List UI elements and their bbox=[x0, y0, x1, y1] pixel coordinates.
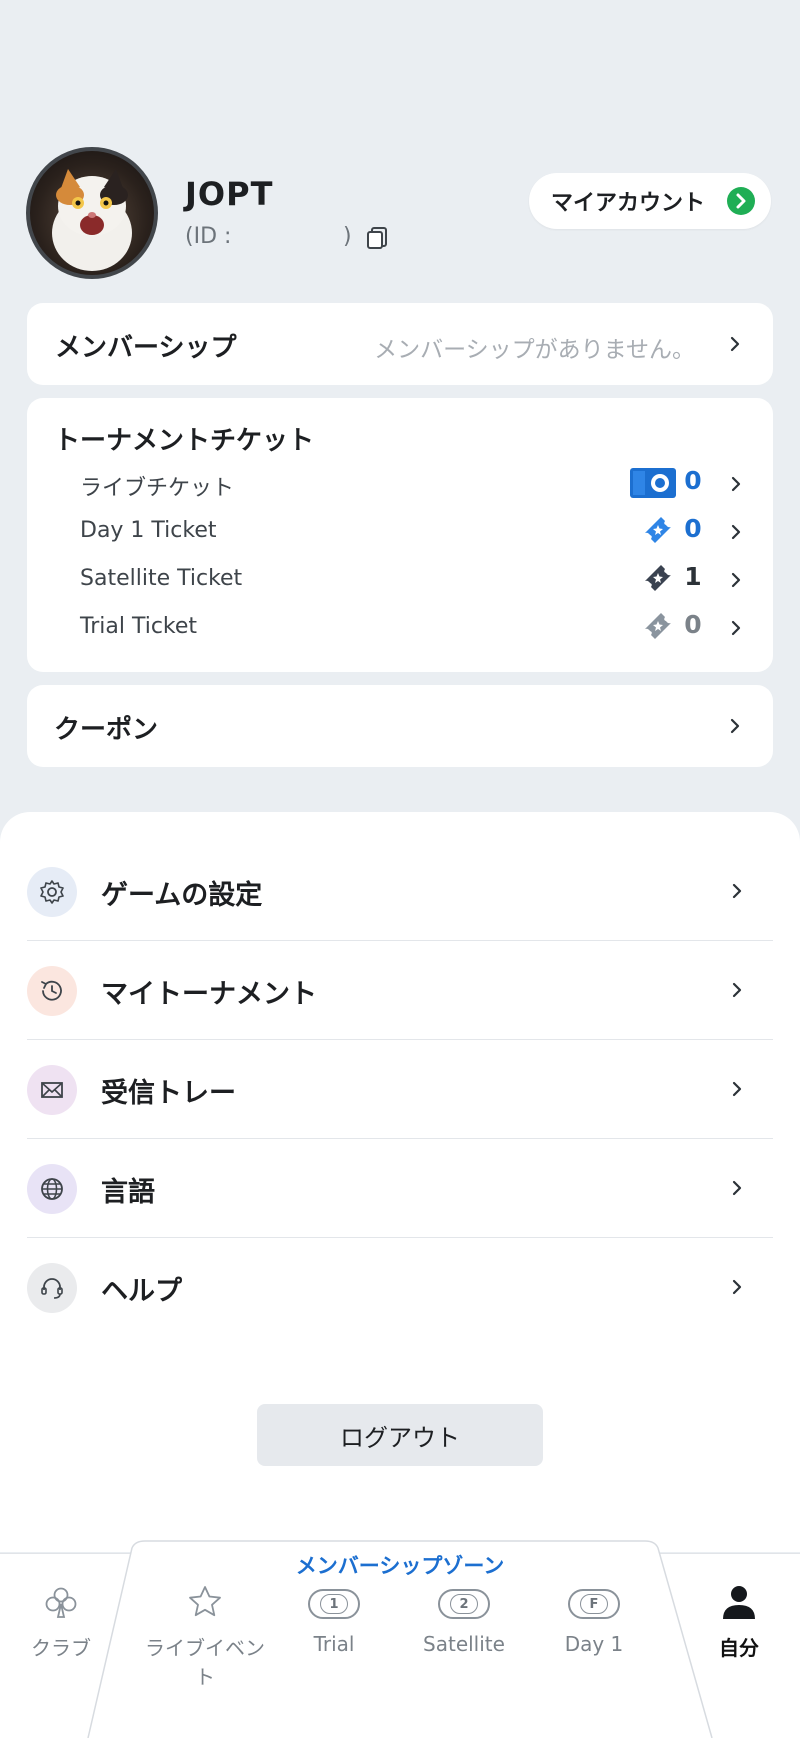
ticket-label: Trial Ticket bbox=[80, 614, 198, 639]
ticket-count: 0 bbox=[684, 466, 702, 495]
coupon-card[interactable]: クーポン bbox=[27, 685, 773, 767]
tab-label: ライブイベント bbox=[145, 1636, 265, 1689]
menu-inbox[interactable]: 受信トレー bbox=[27, 1040, 773, 1139]
arrow-right-circle-icon bbox=[727, 187, 755, 215]
ticket-row-trial[interactable]: Trial Ticket 0 bbox=[27, 604, 773, 652]
live-ticket-icon bbox=[630, 468, 676, 498]
avatar[interactable] bbox=[26, 147, 158, 279]
satellite-badge-number: 2 bbox=[450, 1594, 478, 1614]
tab-label: Trial bbox=[313, 1632, 355, 1656]
chevron-right-icon bbox=[732, 1180, 742, 1196]
my-account-button[interactable]: マイアカウント bbox=[529, 173, 771, 229]
profile-name: JOPT bbox=[185, 175, 274, 213]
tab-label: クラブ bbox=[31, 1636, 91, 1660]
menu-label: マイトーナメント bbox=[101, 979, 317, 1010]
tab-satellite[interactable]: 2 Satellite bbox=[414, 1582, 514, 1662]
menu-label: 言語 bbox=[101, 1177, 155, 1208]
ticket-count: 0 bbox=[684, 610, 702, 639]
menu-language[interactable]: 言語 bbox=[27, 1139, 773, 1238]
tickets-title: トーナメントチケット bbox=[54, 426, 315, 456]
tab-label: Day 1 bbox=[564, 1632, 624, 1656]
ticket-label: Day 1 Ticket bbox=[80, 518, 217, 543]
satellite-badge-icon: 2 bbox=[438, 1589, 490, 1619]
ticket-count: 1 bbox=[684, 562, 702, 591]
menu-help[interactable]: ヘルプ bbox=[27, 1238, 773, 1337]
club-icon bbox=[45, 1587, 77, 1618]
trial-ticket-icon bbox=[645, 613, 671, 639]
ticket-count: 0 bbox=[684, 514, 702, 543]
trial-badge-icon: 1 bbox=[308, 1589, 360, 1619]
logout-button[interactable]: ログアウト bbox=[257, 1404, 543, 1466]
globe-icon bbox=[27, 1164, 77, 1214]
menu-label: 受信トレー bbox=[101, 1078, 236, 1109]
tab-trial[interactable]: 1 Trial bbox=[289, 1582, 379, 1662]
tab-day1[interactable]: F Day 1 bbox=[549, 1582, 639, 1662]
ticket-row-live[interactable]: ライブチケット 0 bbox=[27, 460, 773, 508]
menu-label: ヘルプ bbox=[101, 1276, 182, 1307]
menu-my-tournaments[interactable]: マイトーナメント bbox=[27, 941, 773, 1040]
trial-badge-number: 1 bbox=[320, 1594, 348, 1614]
copy-icon[interactable] bbox=[366, 226, 388, 250]
menu-label: ゲームの設定 bbox=[101, 880, 263, 911]
chevron-right-icon bbox=[730, 336, 740, 352]
menu-game-settings[interactable]: ゲームの設定 bbox=[27, 842, 773, 941]
tab-label: 自分 bbox=[719, 1636, 759, 1660]
satellite-ticket-icon bbox=[645, 565, 671, 591]
ticket-label: ライブチケット bbox=[80, 476, 235, 501]
coupon-label: クーポン bbox=[54, 715, 159, 745]
tab-label: Satellite bbox=[423, 1632, 505, 1656]
day1-ticket-icon bbox=[645, 517, 671, 543]
ticket-label: Satellite Ticket bbox=[80, 566, 243, 591]
profile-id-suffix: ) bbox=[343, 224, 352, 249]
gear-icon bbox=[27, 867, 77, 917]
ticket-row-satellite[interactable]: Satellite Ticket 1 bbox=[27, 556, 773, 604]
membership-status: メンバーシップがありません。 bbox=[374, 337, 695, 363]
my-account-label: マイアカウント bbox=[551, 191, 706, 216]
headset-icon bbox=[27, 1263, 77, 1313]
tournament-tickets-card: トーナメントチケット ライブチケット 0 Day 1 Ticket 0 Sate… bbox=[27, 398, 773, 672]
membership-label: メンバーシップ bbox=[55, 333, 237, 363]
person-icon bbox=[723, 1586, 755, 1619]
chevron-right-icon bbox=[732, 982, 742, 998]
profile-id-prefix: (ID : bbox=[185, 224, 232, 249]
tab-live-events[interactable]: ライブイベント bbox=[136, 1582, 274, 1689]
chevron-right-icon bbox=[730, 718, 740, 734]
membership-zone-title: メンバーシップゾーン bbox=[295, 1554, 505, 1578]
chevron-right-icon bbox=[732, 883, 742, 899]
mail-icon bbox=[27, 1065, 77, 1115]
chevron-right-icon bbox=[731, 620, 741, 636]
chevron-right-icon bbox=[731, 476, 741, 492]
membership-card[interactable]: メンバーシップ メンバーシップがありません。 bbox=[27, 303, 773, 385]
chevron-right-icon bbox=[731, 572, 741, 588]
day1-badge-letter: F bbox=[580, 1594, 608, 1614]
history-icon bbox=[27, 966, 77, 1016]
tab-me[interactable]: 自分 bbox=[694, 1582, 784, 1662]
tab-club[interactable]: クラブ bbox=[16, 1582, 106, 1662]
chevron-right-icon bbox=[731, 524, 741, 540]
chevron-right-icon bbox=[732, 1081, 742, 1097]
chevron-right-icon bbox=[732, 1279, 742, 1295]
ticket-row-day1[interactable]: Day 1 Ticket 0 bbox=[27, 508, 773, 556]
day1-badge-icon: F bbox=[568, 1589, 620, 1619]
star-icon bbox=[189, 1586, 221, 1617]
